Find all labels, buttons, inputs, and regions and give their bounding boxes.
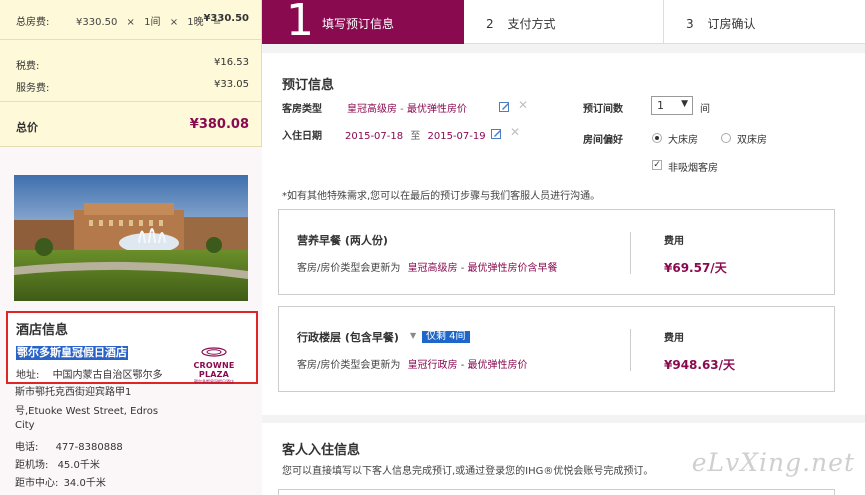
upsell-desc: 客房/房价类型会更新为 皇冠行政房 - 最优弹性房价: [297, 360, 528, 371]
step-3: 3 订房确认: [686, 17, 756, 31]
rooms-unit: 间: [700, 104, 710, 115]
room-pref-label: 房间偏好: [583, 135, 623, 146]
upsell-title: 行政楼层 (包含早餐): [297, 331, 399, 344]
left-sidebar: 总房费: ¥330.50 × 1间 × 1晚 = ¥330.50 税费: ¥16…: [0, 0, 262, 495]
step-divider: [663, 0, 664, 44]
room-fee-calc: ¥330.50 × 1间 × 1晚 =: [76, 17, 222, 28]
special-request-note: *如有其他特殊需求,您可以在最后的预订步骤与我们客服人员进行沟通。: [282, 191, 601, 202]
watermark: eLvXing.net: [691, 448, 855, 477]
hotel-address-cont: 斯市鄂托克西街迎宾路甲1: [15, 387, 132, 398]
edit-icon[interactable]: [499, 101, 510, 112]
step-label: 填写预订信息: [322, 17, 395, 31]
bed-twin-radio[interactable]: [721, 133, 731, 143]
close-icon[interactable]: ✕: [518, 99, 528, 111]
fee-label: 费用: [664, 236, 684, 247]
hotel-address-cont: 号,Etuoke West Street, Edros: [15, 406, 159, 417]
room-type-value: 皇冠高级房 - 最优弹性房价: [347, 104, 467, 115]
hotel-photo: [14, 175, 248, 301]
close-icon[interactable]: ✕: [510, 126, 520, 138]
guest-info-title: 客人入住信息: [282, 443, 361, 458]
hotel-name[interactable]: 鄂尔多斯皇冠假日酒店: [16, 346, 128, 360]
hotel-address-cont: City: [15, 420, 35, 431]
crowne-plaza-logo: CROWNE PLAZA 鄂尔多斯皇冠假日酒店: [180, 347, 248, 384]
divider: [630, 329, 631, 371]
checkin-label: 入住日期: [282, 131, 322, 142]
step-2: 2 支付方式: [486, 17, 556, 31]
tax-value: ¥16.53: [214, 57, 249, 68]
total-label: 总价: [16, 121, 38, 134]
booking-info-title: 预订信息: [282, 78, 335, 93]
total-value: ¥380.08: [189, 117, 249, 132]
tax-label: 税费:: [16, 61, 40, 72]
rooms-select[interactable]: 1 ▼: [651, 96, 693, 115]
executive-floor-upsell[interactable]: 行政楼层 (包含早餐) ▼ 仅剩 4间 客房/房价类型会更新为 皇冠行政房 - …: [278, 306, 835, 392]
room-fee-value: ¥330.50: [203, 13, 249, 24]
room-type-label: 客房类型: [282, 104, 322, 115]
hotel-airport-distance: 距机场: 45.0千米: [15, 460, 100, 471]
caret-down-icon[interactable]: ▼: [410, 331, 416, 340]
upsell-desc: 客房/房价类型会更新为 皇冠高级房 - 最优弹性房价含早餐: [297, 263, 558, 274]
bed-king-label: 大床房: [668, 135, 698, 146]
hotel-info-card: 酒店信息 鄂尔多斯皇冠假日酒店 地址: 中国内蒙古自治区鄂尔多 CROWNE P…: [6, 311, 258, 384]
divider: [630, 232, 631, 274]
edit-icon[interactable]: [491, 128, 502, 139]
booking-steps: 1 填写预订信息 2 支付方式 3 订房确认: [262, 0, 865, 46]
service-value: ¥33.05: [214, 79, 249, 90]
room-fee-label: 总房费:: [16, 17, 50, 28]
divider: [0, 101, 261, 102]
step-number: 1: [286, 0, 314, 46]
bed-twin-label: 双床房: [737, 135, 767, 146]
nonsmoking-checkbox[interactable]: ✓: [652, 160, 662, 170]
checkin-value: 2015-07-18 至 2015-07-19: [345, 131, 486, 142]
hotel-phone: 电话: 477-8380888: [15, 442, 123, 453]
guest-form-box: [278, 489, 835, 495]
chevron-down-icon: ▼: [681, 99, 688, 109]
upsell-title: 营养早餐 (两人份): [297, 234, 388, 247]
step-1-active: 1 填写预订信息: [262, 0, 464, 46]
guest-info-desc: 您可以直接填写以下客人信息完成预订,或通过登录您的IHG®优悦会账号完成预订。: [282, 466, 654, 477]
booking-info-card: 预订信息 客房类型 皇冠高级房 - 最优弹性房价 ✕ 入住日期 2015-07-…: [262, 53, 865, 415]
nonsmoking-label: 非吸烟客房: [668, 163, 718, 174]
divider: [0, 39, 261, 40]
service-label: 服务费:: [16, 83, 50, 94]
rooms-label: 预订间数: [583, 104, 623, 115]
upsell-price: ¥948.63/天: [664, 358, 736, 372]
hotel-center-distance: 距市中心: 34.0千米: [15, 478, 106, 489]
upsell-price: ¥69.57/天: [664, 261, 727, 275]
rooms-left-badge: 仅剩 4间: [422, 331, 470, 343]
crown-icon: [201, 347, 227, 357]
fee-label: 费用: [664, 333, 684, 344]
price-summary: 总房费: ¥330.50 × 1间 × 1晚 = ¥330.50 税费: ¥16…: [0, 0, 262, 147]
breakfast-upsell[interactable]: 营养早餐 (两人份) 客房/房价类型会更新为 皇冠高级房 - 最优弹性房价含早餐…: [278, 209, 835, 295]
main-content: 1 填写预订信息 2 支付方式 3 订房确认 预订信息 客房类型 皇冠高级房 -…: [262, 0, 865, 495]
hotel-info-title: 酒店信息: [16, 323, 69, 338]
hotel-address-first: 地址: 中国内蒙古自治区鄂尔多: [16, 370, 163, 381]
bed-king-radio[interactable]: [652, 133, 662, 143]
